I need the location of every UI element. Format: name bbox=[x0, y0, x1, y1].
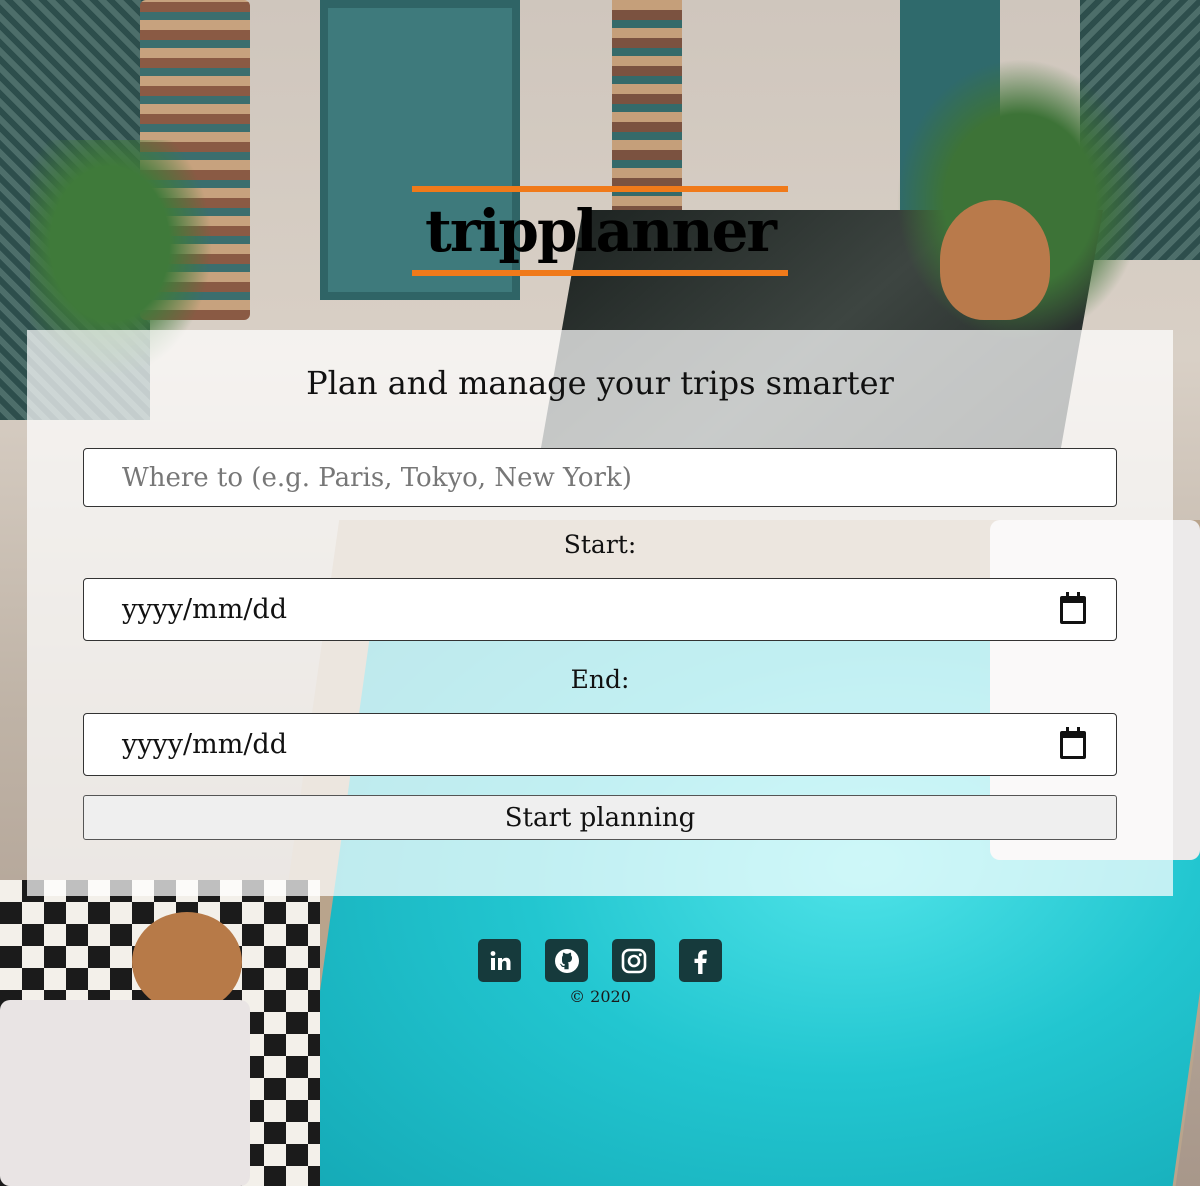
trip-form-card: Plan and manage your trips smarter Start… bbox=[27, 330, 1173, 896]
app-logo[interactable]: tripplanner bbox=[412, 186, 788, 276]
calendar-icon[interactable] bbox=[1060, 726, 1086, 759]
start-date-value: yyyy/mm/dd bbox=[122, 594, 287, 625]
instagram-icon[interactable] bbox=[612, 939, 655, 982]
logo-text: tripplanner bbox=[425, 197, 777, 265]
start-planning-button[interactable]: Start planning bbox=[83, 795, 1117, 840]
social-links bbox=[478, 939, 722, 982]
end-date-input[interactable]: yyyy/mm/dd bbox=[83, 713, 1117, 776]
tagline: Plan and manage your trips smarter bbox=[306, 364, 894, 402]
end-date-value: yyyy/mm/dd bbox=[122, 729, 287, 760]
logo-top-bar bbox=[412, 186, 788, 192]
calendar-icon[interactable] bbox=[1060, 591, 1086, 624]
facebook-icon[interactable] bbox=[679, 939, 722, 982]
destination-input[interactable] bbox=[83, 448, 1117, 507]
linkedin-icon[interactable] bbox=[478, 939, 521, 982]
end-date-label: End: bbox=[570, 665, 630, 694]
start-date-label: Start: bbox=[563, 530, 637, 559]
start-date-input[interactable]: yyyy/mm/dd bbox=[83, 578, 1117, 641]
copyright-text: © 2020 bbox=[569, 987, 631, 1006]
github-icon[interactable] bbox=[545, 939, 588, 982]
logo-bottom-bar bbox=[412, 270, 788, 276]
